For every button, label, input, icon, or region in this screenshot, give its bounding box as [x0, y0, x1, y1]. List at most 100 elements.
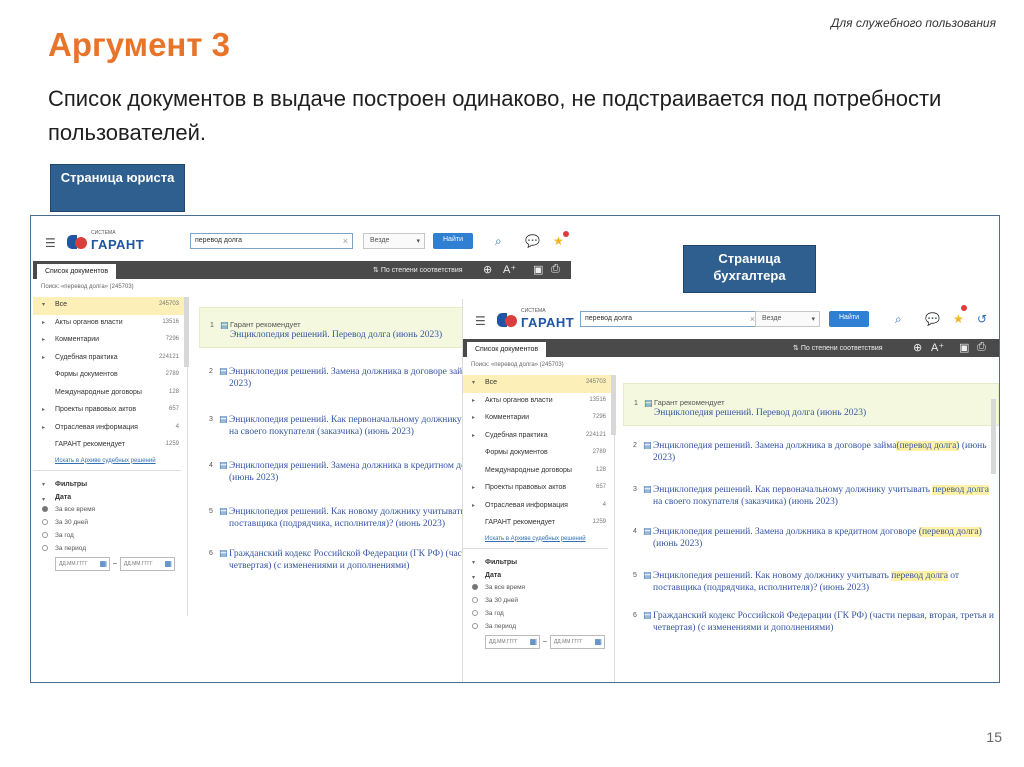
search-input[interactable]: перевод долга × [190, 233, 353, 249]
zoom-icon[interactable]: ⊕ [913, 341, 922, 354]
date-option[interactable]: За все время [33, 503, 187, 516]
sidebar-item[interactable]: Международные договоры 128 [33, 385, 187, 403]
notification-badge [563, 231, 569, 237]
save-icon[interactable]: ▣ [533, 263, 543, 276]
document-icon: ▤ [643, 610, 652, 620]
print-icon[interactable]: ⎙ [977, 341, 986, 354]
garant-logo[interactable]: СИСТЕМА ГАРАНТ [497, 308, 575, 330]
chat-icon[interactable]: 💬 [925, 312, 940, 326]
search-list-icon[interactable]: ⌕ [895, 312, 902, 327]
sidebar-item[interactable]: ▾ Все 245703 [33, 297, 187, 315]
search-list-icon[interactable]: ⌕ [495, 234, 502, 249]
result-title[interactable]: Энциклопедия решений. Перевод долга (июн… [654, 407, 998, 419]
logo-name: ГАРАНТ [91, 237, 145, 252]
sidebar-item[interactable]: ▸ Комментарии 7296 [33, 332, 187, 350]
chevron-down-icon: ▾ [811, 316, 815, 323]
date-to-input[interactable]: ДД.ММ.ГГГГ ▦ [549, 634, 605, 649]
date-heading[interactable]: ▾ Дата [463, 570, 614, 581]
find-button[interactable]: Найти [433, 233, 473, 249]
sidebar-list: ▾ Все 245703 ▸ Акты органов власти 13516 ▸… [463, 375, 614, 533]
date-from-placeholder: ДД.ММ.ГГГГ [489, 638, 518, 645]
sidebar-item-label: Комментарии [485, 414, 530, 421]
scope-select[interactable]: Везде ▾ [363, 233, 425, 249]
date-heading[interactable]: ▾ Дата [33, 492, 187, 503]
result-title[interactable]: Энциклопедия решений. Как новому должник… [653, 570, 999, 594]
result-item[interactable]: 3 ▤ Энциклопедия решений. Как первоначальн… [623, 478, 999, 510]
filters-heading[interactable]: ▾ Фильтры [33, 477, 187, 492]
sidebar-item-label: Международные договоры [55, 388, 142, 396]
sidebar-item[interactable]: Международные договоры 128 [463, 463, 614, 481]
font-size-icon[interactable]: A⁺ [503, 263, 516, 276]
sidebar-scrollbar[interactable] [184, 297, 189, 367]
result-item[interactable]: 1 ▤ Гарант рекомендует Энциклопедия решений… [623, 383, 999, 426]
tab-bar: Список документов ⇅ По степени соответст… [33, 261, 571, 279]
date-from-input[interactable]: ДД.ММ.ГГГГ ▦ [485, 634, 540, 649]
result-title[interactable]: Гражданский кодекс Российской Федерации … [653, 610, 999, 634]
sidebar-item[interactable]: Формы документов 2789 [33, 367, 187, 385]
result-item[interactable]: 4 ▤ Энциклопедия решений. Замена должника … [623, 522, 999, 552]
calendar-icon[interactable]: ▦ [99, 559, 107, 568]
logo-name: ГАРАНТ [521, 315, 575, 330]
save-icon[interactable]: ▣ [959, 341, 969, 354]
star-icon[interactable]: ★ [953, 312, 964, 326]
date-option[interactable]: За период [33, 542, 187, 555]
search-input[interactable]: перевод долга × [580, 311, 760, 327]
print-icon[interactable]: ⎙ [551, 263, 560, 276]
date-from-input[interactable]: ДД.ММ.ГГГГ ▦ [55, 556, 110, 571]
sort-control[interactable]: ⇅ По степени соответствия [373, 266, 463, 274]
archive-link[interactable]: Искать в Архиве судебных решений [463, 533, 608, 549]
sort-control[interactable]: ⇅ По степени соответствия [793, 344, 883, 352]
history-icon[interactable]: ↺ [977, 312, 987, 326]
date-option[interactable]: За 30 дней [33, 516, 187, 529]
sidebar-item[interactable]: ГАРАНТ рекомендует 1259 [463, 515, 614, 533]
sidebar-item[interactable]: ▸ Проекты правовых актов 657 [463, 480, 614, 498]
sidebar-item[interactable]: ГАРАНТ рекомендует 1259 [33, 437, 187, 455]
chevron-icon: ▸ [42, 319, 46, 326]
sidebar-item[interactable]: ▸ Отраслевая информация 4 [463, 498, 614, 516]
calendar-icon[interactable]: ▦ [164, 559, 172, 568]
sidebar-item[interactable]: ▾ Все 245703 [463, 375, 614, 393]
results-scrollbar[interactable] [991, 399, 996, 474]
date-option[interactable]: За все время [463, 581, 614, 594]
sidebar-item[interactable]: ▸ Акты органов власти 13516 [33, 315, 187, 333]
result-title[interactable]: Энциклопедия решений. Как первоначальном… [653, 484, 999, 508]
clear-icon[interactable]: × [343, 236, 348, 246]
garant-logo[interactable]: СИСТЕМА ГАРАНТ [67, 230, 145, 252]
tab-document-list[interactable]: Список документов [467, 342, 547, 357]
sidebar-item[interactable]: Формы документов 2789 [463, 445, 614, 463]
scope-select[interactable]: Везде ▾ [755, 311, 820, 327]
sidebar-item-count: 128 [168, 388, 179, 395]
star-icon[interactable]: ★ [553, 234, 564, 248]
find-button[interactable]: Найти [829, 311, 869, 327]
date-options: За все время За 30 дней За год За период [463, 581, 614, 633]
date-option[interactable]: За период [463, 620, 614, 633]
archive-link[interactable]: Искать в Архиве судебных решений [33, 455, 181, 471]
result-item[interactable]: 5 ▤ Энциклопедия решений. Как новому должн… [623, 564, 999, 596]
date-to-input[interactable]: ДД.ММ.ГГГГ ▦ [119, 556, 175, 571]
sidebar-item[interactable]: ▸ Комментарии 7296 [463, 410, 614, 428]
filters-heading[interactable]: ▾ Фильтры [463, 555, 614, 570]
result-item[interactable]: 2 ▤ Энциклопедия решений. Замена должника … [623, 436, 999, 466]
date-option[interactable]: За год [463, 607, 614, 620]
calendar-icon[interactable]: ▦ [529, 637, 537, 646]
date-option[interactable]: За год [33, 529, 187, 542]
zoom-icon[interactable]: ⊕ [483, 263, 492, 276]
sidebar-item[interactable]: ▸ Акты органов власти 13516 [463, 393, 614, 411]
chat-icon[interactable]: 💬 [525, 234, 540, 248]
sidebar-item[interactable]: ▸ Отраслевая информация 4 [33, 420, 187, 438]
sidebar-item[interactable]: ▸ Проекты правовых актов 657 [33, 402, 187, 420]
tab-document-list[interactable]: Список документов [37, 264, 117, 279]
result-item[interactable]: 6 ▤ Гражданский кодекс Российской Федераци… [623, 606, 999, 636]
calendar-icon[interactable]: ▦ [594, 637, 602, 646]
sidebar-item[interactable]: ▸ Судебная практика 224121 [33, 350, 187, 368]
date-option[interactable]: За 30 дней [463, 594, 614, 607]
sidebar-scrollbar[interactable] [611, 375, 616, 435]
hamburger-icon[interactable]: ☰ [475, 314, 486, 328]
result-title[interactable]: Энциклопедия решений. Замена должника в … [653, 526, 999, 550]
sidebar-item[interactable]: ▸ Судебная практика 224121 [463, 428, 614, 446]
logo-sub: СИСТЕМА [521, 308, 546, 314]
result-title[interactable]: Энциклопедия решений. Замена должника в … [653, 440, 999, 464]
date-option-label: За период [55, 544, 86, 552]
font-size-icon[interactable]: A⁺ [931, 341, 944, 354]
hamburger-icon[interactable]: ☰ [45, 236, 56, 250]
